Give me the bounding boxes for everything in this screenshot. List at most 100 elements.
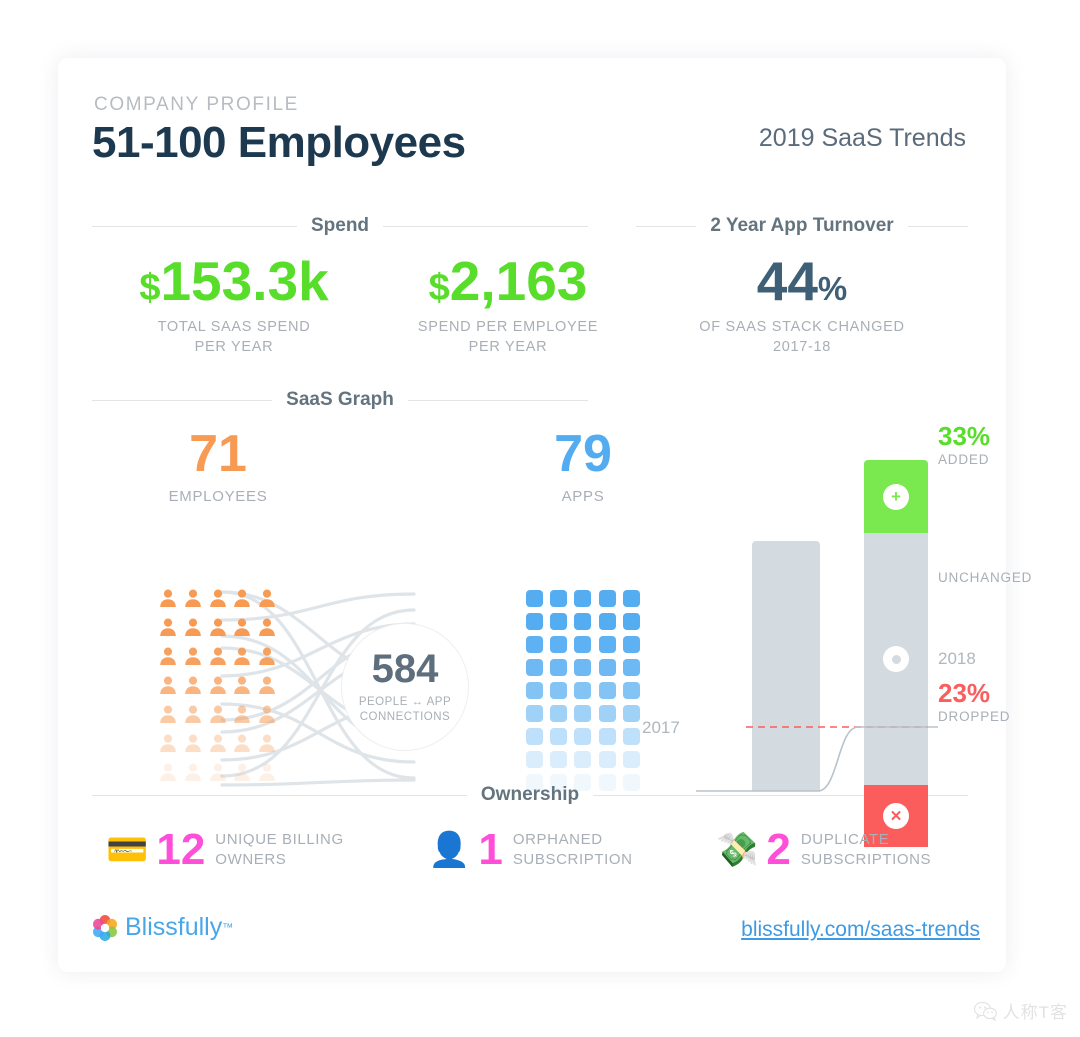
legend-added-label: ADDED [938, 452, 990, 467]
ownership-label: DUPLICATE SUBSCRIPTIONS [800, 830, 932, 868]
wechat-icon [973, 1001, 997, 1021]
connections-circle: 584 PEOPLE ↔ APP CONNECTIONS [341, 623, 469, 751]
employee-icon [183, 704, 204, 729]
employee-icon [257, 704, 278, 729]
segment-added: + [864, 460, 928, 533]
employee-icon [158, 733, 179, 758]
employee-icon [208, 704, 229, 729]
app-icon [550, 774, 568, 791]
app-icon [622, 774, 640, 791]
employee-icon [183, 588, 204, 613]
rule-left [92, 399, 273, 401]
app-icon [598, 774, 616, 791]
connections-label: PEOPLE ↔ APP CONNECTIONS [358, 696, 452, 723]
employee-icon [232, 675, 253, 700]
employees-count: 71 [189, 425, 247, 483]
report-url-link[interactable]: blissfully.com/saas-trends [741, 918, 980, 942]
employee-icon [158, 675, 179, 700]
apps-count-block: 79 APPS [503, 428, 663, 505]
app-icon [622, 705, 640, 722]
app-icon [574, 613, 592, 630]
app-icon [550, 682, 568, 699]
employee-icon [183, 762, 204, 787]
employee-icon [208, 646, 229, 671]
employee-icon [208, 762, 229, 787]
app-icon [574, 751, 592, 768]
employee-icon [257, 646, 278, 671]
stat-spend-per-employee: $2,163 SPEND PER EMPLOYEE PER YEAR [380, 254, 636, 357]
app-icon [574, 728, 592, 745]
employee-icon [158, 762, 179, 787]
section-header-saas-graph: SaaS Graph [92, 389, 588, 411]
employee-icon [257, 733, 278, 758]
ownership-item-duplicate-subscriptions: 💸 2 DUPLICATE SUBSCRIPTIONS [716, 828, 931, 872]
ownership-count: 2 [766, 825, 791, 874]
percent-symbol: % [817, 270, 848, 307]
section-label-turnover: 2 Year App Turnover [710, 215, 894, 236]
app-icon [526, 728, 543, 745]
section-label-saas-graph: SaaS Graph [286, 389, 394, 410]
employee-icon [232, 733, 253, 758]
rule-left [92, 225, 297, 227]
plus-glyph: + [891, 487, 901, 506]
employee-icon [183, 617, 204, 642]
stat-value: $2,163 [380, 254, 636, 309]
legend-dropped-value: 23% [938, 678, 991, 708]
x-circle-icon: ✕ [883, 803, 909, 829]
year-label-2018: 2018 [938, 649, 976, 668]
rule-left [92, 794, 467, 796]
year-label-2017: 2017 [642, 718, 680, 737]
legend-dropped-label: DROPPED [938, 709, 1011, 724]
rule-right [407, 399, 588, 401]
employee-icon [183, 675, 204, 700]
ownership-item-orphaned-subscription: 👤 1 ORPHANED SUBSCRIPTION [428, 828, 633, 872]
ownership-count: 12 [156, 825, 206, 874]
app-icon [622, 613, 640, 630]
trademark-symbol: ™ [222, 921, 234, 934]
employee-icon [257, 762, 278, 787]
app-icon [526, 682, 543, 699]
ownership-label: ORPHANED SUBSCRIPTION [512, 830, 633, 868]
app-icon [550, 705, 568, 722]
stat-total-saas-spend: $153.3k TOTAL SAAS SPEND PER YEAR [106, 254, 362, 357]
brand-lockup: Blissfully ™ [92, 913, 233, 942]
report-title: 2019 SaaS Trends [758, 124, 966, 152]
currency-symbol: $ [428, 267, 450, 309]
app-icon [526, 659, 543, 676]
employee-icon [257, 675, 278, 700]
employee-icon [232, 617, 253, 642]
employee-icon [208, 588, 229, 613]
section-label-spend: Spend [310, 215, 370, 236]
app-icon [574, 659, 592, 676]
credit-card-icon: 💳 [106, 831, 149, 869]
app-icon [622, 751, 640, 768]
employee-icon [232, 704, 253, 729]
legend-unchanged: UNCHANGED [938, 570, 1032, 585]
employees-icon-grid [158, 588, 278, 787]
legend-unchanged-label: UNCHANGED [938, 570, 1033, 585]
employee-icon [208, 675, 229, 700]
app-icon [526, 751, 543, 768]
app-icon [550, 590, 568, 607]
app-icon [574, 705, 592, 722]
s-curve-connector [696, 726, 938, 792]
ownership-item-billing-owners: 💳 12 UNIQUE BILLING OWNERS [106, 828, 344, 872]
apps-label: APPS [561, 488, 605, 505]
employee-icon [232, 588, 253, 613]
apps-dot-grid [526, 590, 641, 791]
infographic-root: COMPANY PROFILE 51-100 Employees 2019 Sa… [0, 0, 1080, 1037]
employees-label: EMPLOYEES [168, 488, 268, 505]
stat-value: 44% [666, 254, 938, 309]
app-icon [574, 590, 592, 607]
app-icon [598, 659, 616, 676]
page-title: 51-100 Employees [92, 118, 466, 167]
employee-icon [208, 733, 229, 758]
app-icon [622, 682, 640, 699]
employees-count-block: 71 EMPLOYEES [138, 428, 298, 505]
app-icon [574, 774, 592, 791]
app-icon [598, 636, 616, 653]
app-icon [598, 705, 616, 722]
app-icon [526, 590, 543, 607]
legend-added: 33% ADDED [938, 423, 990, 467]
employee-icon [183, 646, 204, 671]
